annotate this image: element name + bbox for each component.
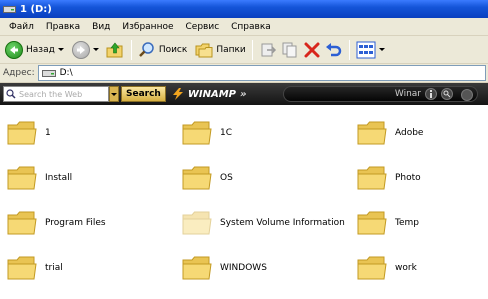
folder-item[interactable]: OS [182,164,233,192]
folder-item[interactable]: Install [7,164,72,192]
menu-tools[interactable]: Сервис [180,22,226,32]
folder-icon [7,256,37,280]
folder-item[interactable]: trial [7,254,63,282]
title-bar[interactable]: 1 (D:) [0,0,488,18]
toolbar-separator [130,39,132,60]
chevron-more-icon[interactable]: » [240,89,247,100]
folder-item[interactable]: work [357,254,417,282]
undo-button[interactable] [323,38,345,62]
up-folder-icon [106,42,123,57]
folder-item[interactable]: Temp [357,209,419,237]
folder-name: 1C [220,128,233,138]
views-icon [356,41,376,58]
folder-icon [182,121,212,145]
move-to-icon [261,43,276,56]
folder-icon [7,166,37,190]
folder-view: 1 1C Adobe Install OS Photo Program File… [0,105,488,299]
winamp-toolbar: Search the Web Search WINAMP » Winar [0,83,488,105]
folder-icon [7,211,37,235]
folder-icon [357,166,387,190]
search-label: Поиск [158,44,188,55]
magnifier-icon [6,89,16,99]
menu-help[interactable]: Справка [225,22,277,32]
address-value: D:\ [59,68,73,78]
web-search-input[interactable]: Search the Web [3,86,109,102]
web-search-placeholder: Search the Web [19,89,83,99]
forward-dropdown-icon[interactable] [92,48,99,51]
folder-item[interactable]: Adobe [357,119,423,147]
drive-icon [3,6,16,13]
winamp-player-label: Winar [394,89,421,99]
folder-item[interactable]: 1C [182,119,232,147]
menu-file[interactable]: Файл [3,22,40,32]
folder-name: Photo [395,173,421,183]
folders-button[interactable]: Папки [193,38,247,62]
folder-name: WINDOWS [220,263,267,273]
copy-to-icon [282,42,297,57]
search-icon[interactable] [441,88,453,100]
folder-name: work [395,263,417,273]
folders-label: Папки [216,44,246,55]
folder-name: Adobe [395,128,424,138]
folder-icon [182,211,212,235]
folder-name: System Volume Information [220,218,345,228]
address-label: Адрес: [3,68,35,78]
folder-item[interactable]: 1 [7,119,51,147]
up-folder-button[interactable] [103,38,127,62]
web-search-button[interactable]: Search [121,86,166,102]
toolbar: Назад Поиск Папки [0,36,488,64]
window-title: 1 (D:) [20,3,52,15]
info-icon[interactable] [425,88,437,100]
folder-icon [182,166,212,190]
folder-name: Program Files [45,218,106,228]
folder-name: trial [45,263,63,273]
back-dropdown-icon[interactable] [57,48,64,51]
toolbar-separator [348,39,350,60]
folder-icon [357,211,387,235]
delete-button[interactable] [301,38,323,62]
move-to-button[interactable] [257,38,279,62]
back-arrow-icon [5,40,23,59]
views-dropdown-icon[interactable] [378,48,385,51]
undo-icon [325,42,342,56]
folder-item[interactable]: WINDOWS [182,254,267,282]
back-button[interactable]: Назад [3,38,66,62]
folder-item[interactable]: Program Files [7,209,106,237]
folder-item[interactable]: Photo [357,164,421,192]
player-end-cap-icon [461,89,473,101]
winamp-player-pill[interactable]: Winar [283,86,478,102]
address-bar: Адрес: D:\ [0,64,488,83]
views-button[interactable] [354,38,387,62]
drive-icon [41,70,56,77]
folder-icon [182,256,212,280]
delete-x-icon [304,42,320,57]
search-button[interactable]: Поиск [136,38,190,62]
folder-icon [357,256,387,280]
chevron-down-icon [111,92,117,96]
winamp-logo[interactable]: WINAMP » [171,88,247,100]
forward-button[interactable] [70,38,101,62]
address-field[interactable]: D:\ [37,65,486,81]
folder-name: Temp [395,218,419,228]
hidden-folder-item[interactable]: System Volume Information [182,209,345,237]
folder-icon [7,121,37,145]
folder-name: 1 [45,128,51,138]
winamp-bolt-icon [172,88,183,100]
folder-name: Install [45,173,73,183]
menu-favorites[interactable]: Избранное [116,22,179,32]
toolbar-separator [251,39,253,60]
back-label: Назад [26,44,55,55]
folder-name: OS [220,173,233,183]
menu-bar: Файл Правка Вид Избранное Сервис Справка [0,18,488,36]
folder-icon [357,121,387,145]
forward-arrow-icon [71,40,90,59]
menu-edit[interactable]: Правка [40,22,86,32]
copy-to-button[interactable] [279,38,301,62]
search-engine-dropdown[interactable] [109,86,119,102]
winamp-brand: WINAMP [187,88,236,100]
magnifier-icon [138,41,154,57]
folders-icon [195,43,213,57]
menu-view[interactable]: Вид [86,22,116,32]
